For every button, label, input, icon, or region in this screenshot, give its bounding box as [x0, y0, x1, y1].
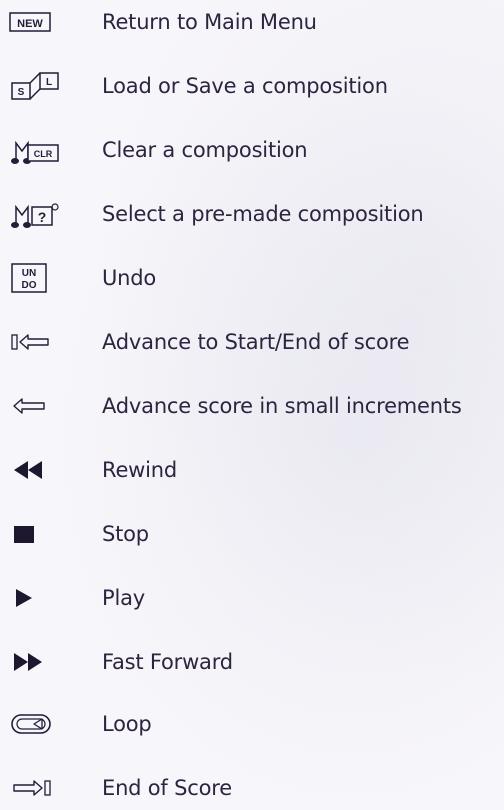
legend-row-clear: CLR Clear a composition: [0, 128, 504, 172]
loop-icon: [8, 702, 68, 746]
legend-row-premade: ? Select a pre-made composition: [0, 192, 504, 236]
svg-text:CLR: CLR: [34, 149, 53, 159]
legend-label-start-end: Advance to Start/End of score: [102, 330, 410, 354]
svg-text:S: S: [18, 87, 25, 98]
legend-row-end-of-score: End of Score: [0, 766, 504, 810]
undo-icon: UN DO: [8, 256, 68, 300]
legend-row-undo: UN DO Undo: [0, 256, 504, 300]
legend-row-small-increments: Advance score in small increments: [0, 384, 504, 428]
legend-row-fast-forward: Fast Forward: [0, 640, 504, 684]
legend-label-return-main-menu: Return to Main Menu: [102, 10, 317, 34]
legend-label-small-increments: Advance score in small increments: [102, 394, 462, 418]
legend-row-loop: Loop: [0, 702, 504, 746]
legend-label-load-save: Load or Save a composition: [102, 74, 388, 98]
svg-text:?: ?: [38, 209, 47, 225]
load-save-icon: S L: [8, 64, 68, 108]
small-increment-icon: [8, 384, 68, 428]
legend-label-play: Play: [102, 586, 145, 610]
fast-forward-icon: [8, 640, 68, 684]
svg-text:DO: DO: [22, 280, 37, 291]
stop-icon: [8, 512, 68, 556]
start-end-icon: [8, 320, 68, 364]
legend-label-rewind: Rewind: [102, 458, 178, 482]
svg-text:L: L: [46, 77, 52, 88]
legend-row-start-end: Advance to Start/End of score: [0, 320, 504, 364]
legend-label-stop: Stop: [102, 522, 149, 546]
clear-composition-icon: CLR: [8, 128, 68, 172]
svg-text:UN: UN: [22, 268, 36, 279]
new-icon: NEW: [8, 0, 68, 44]
play-icon: [8, 576, 68, 620]
legend-label-loop: Loop: [102, 712, 152, 736]
rewind-icon: [8, 448, 68, 492]
legend-row-load-save: S L Load or Save a composition: [0, 64, 504, 108]
legend-label-premade: Select a pre-made composition: [102, 202, 424, 226]
legend-label-clear: Clear a composition: [102, 138, 308, 162]
legend-label-end-of-score: End of Score: [102, 776, 232, 800]
legend-row-stop: Stop: [0, 512, 504, 556]
legend-row-rewind: Rewind: [0, 448, 504, 492]
control-legend-page: NEW Return to Main Menu S L Load or Save…: [0, 0, 504, 800]
end-of-score-icon: [8, 766, 68, 810]
legend-label-fast-forward: Fast Forward: [102, 650, 233, 674]
svg-text:NEW: NEW: [17, 18, 43, 30]
premade-composition-icon: ?: [8, 192, 68, 236]
legend-label-undo: Undo: [102, 266, 157, 290]
legend-row-return-main-menu: NEW Return to Main Menu: [0, 0, 504, 44]
legend-row-play: Play: [0, 576, 504, 620]
